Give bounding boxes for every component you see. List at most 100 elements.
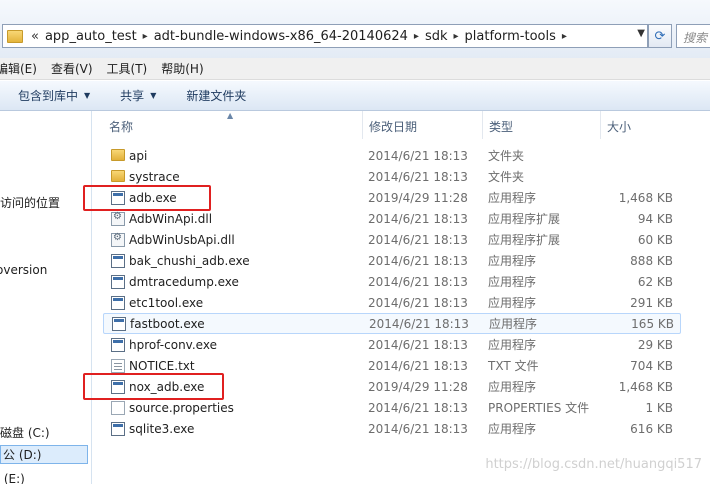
file-size: 62 KB	[637, 274, 673, 289]
file-type: PROPERTIES 文件	[488, 401, 590, 415]
address-bar-area: « app_auto_test ▸ adt-bundle-windows-x86…	[0, 0, 710, 58]
watermark: https://blog.csdn.net/huangqi517	[485, 457, 702, 472]
file-name: api	[129, 148, 148, 163]
file-name: AdbWinUsbApi.dll	[129, 232, 235, 247]
folder-icon	[111, 170, 125, 182]
file-type: 文件夹	[488, 149, 525, 163]
chevron-right-icon[interactable]: ▸	[414, 31, 419, 42]
nav-item-drive-e[interactable]: 档 (E:)	[0, 470, 25, 484]
exe-file-icon	[112, 316, 126, 331]
file-type: 应用程序	[488, 380, 537, 394]
file-size: 616 KB	[630, 421, 673, 436]
chevron-down-icon: ▼	[150, 91, 157, 100]
chevron-down-icon[interactable]: ▼	[637, 28, 645, 39]
table-row[interactable]: systrace 2014/6/21 18:13 文件夹	[103, 166, 681, 187]
file-modified: 2014/6/21 18:13	[368, 148, 468, 163]
file-size: 1,468 KB	[618, 379, 673, 394]
file-size: 1 KB	[645, 400, 673, 415]
column-header-modified[interactable]: 修改日期	[363, 111, 483, 139]
dll-file-icon	[111, 211, 125, 226]
share-button[interactable]: 共享 ▼	[120, 87, 156, 104]
table-row[interactable]: dmtracedump.exe 2014/6/21 18:13 应用程序 62 KB	[103, 271, 681, 292]
file-type: 应用程序	[488, 275, 537, 289]
column-header-name[interactable]: 名称	[103, 111, 363, 139]
file-modified: 2014/6/21 18:13	[368, 169, 468, 184]
breadcrumb-platform-tools[interactable]: platform-tools	[465, 29, 556, 44]
table-row[interactable]: etc1tool.exe 2014/6/21 18:13 应用程序 291 KB	[103, 292, 681, 313]
file-modified: 2019/4/29 11:28	[368, 190, 468, 205]
file-name: NOTICE.txt	[129, 358, 195, 373]
table-row[interactable]: hprof-conv.exe 2014/6/21 18:13 应用程序 29 KB	[103, 334, 681, 355]
exe-file-icon	[111, 253, 125, 268]
file-name: fastboot.exe	[130, 316, 205, 331]
nav-item-drive-c[interactable]: 地磁盘 (C:)	[0, 424, 50, 441]
exe-file-icon	[111, 295, 125, 310]
file-modified: 2019/4/29 11:28	[368, 379, 468, 394]
command-bar: 包含到库中 ▼ 共享 ▼ 新建文件夹	[0, 81, 710, 111]
file-size: 29 KB	[637, 337, 673, 352]
highlight-box-nox-adb	[83, 373, 224, 400]
file-name: etc1tool.exe	[129, 295, 204, 310]
file-name: AdbWinApi.dll	[129, 211, 213, 226]
table-row[interactable]: fastboot.exe 2014/6/21 18:13 应用程序 165 KB	[103, 313, 681, 334]
table-row[interactable]: source.properties 2014/6/21 18:13 PROPERTI…	[103, 397, 681, 418]
breadcrumb-overflow[interactable]: «	[31, 29, 39, 44]
exe-file-icon	[111, 274, 125, 289]
column-header-size[interactable]: 大小	[601, 111, 681, 139]
menu-tools[interactable]: 工具(T)	[107, 60, 148, 77]
file-name: sqlite3.exe	[129, 421, 195, 436]
new-folder-button[interactable]: 新建文件夹	[186, 87, 246, 104]
chevron-right-icon[interactable]: ▸	[454, 31, 459, 42]
refresh-button[interactable]: ⟳	[648, 24, 672, 48]
share-label: 共享	[120, 89, 145, 103]
chevron-down-icon: ▼	[84, 91, 91, 100]
file-size: 1,468 KB	[618, 190, 673, 205]
search-input[interactable]: 搜索	[676, 24, 710, 48]
file-name: systrace	[129, 169, 180, 184]
refresh-icon: ⟳	[654, 28, 666, 44]
file-modified: 2014/6/21 18:13	[368, 211, 468, 226]
folder-icon	[7, 29, 23, 43]
nav-item-recent-places[interactable]: 近访问的位置	[0, 194, 60, 211]
menu-bar: 编辑(E) 查看(V) 工具(T) 帮助(H)	[0, 58, 710, 80]
file-type: 应用程序扩展	[488, 233, 561, 247]
file-size: 165 KB	[631, 316, 674, 331]
file-modified: 2014/6/21 18:13	[368, 358, 468, 373]
exe-file-icon	[111, 337, 125, 352]
highlight-box-adb	[83, 185, 211, 211]
menu-view[interactable]: 查看(V)	[51, 60, 93, 77]
chevron-right-icon[interactable]: ▸	[143, 31, 148, 42]
file-list: ▲ 名称 修改日期 类型 大小 api 2014/6/21 18:13 文件夹 sys…	[83, 111, 710, 484]
chevron-right-icon[interactable]: ▸	[562, 31, 567, 42]
table-row[interactable]: sqlite3.exe 2014/6/21 18:13 应用程序 616 KB	[103, 418, 681, 439]
file-type: 应用程序	[488, 338, 537, 352]
breadcrumb-app-auto-test[interactable]: app_auto_test	[45, 29, 137, 44]
file-modified: 2014/6/21 18:13	[368, 232, 468, 247]
include-in-library-label: 包含到库中	[18, 89, 79, 103]
file-name: hprof-conv.exe	[129, 337, 217, 352]
table-row[interactable]: AdbWinUsbApi.dll 2014/6/21 18:13 应用程序扩展 60 …	[103, 229, 681, 250]
include-in-library-button[interactable]: 包含到库中 ▼	[18, 87, 90, 104]
column-header-type[interactable]: 类型	[483, 111, 601, 139]
file-name: source.properties	[129, 400, 234, 415]
nav-item-drive-d[interactable]: 公 (D:)	[0, 445, 88, 464]
nav-item[interactable]: oversion	[0, 263, 47, 277]
menu-edit[interactable]: 编辑(E)	[0, 60, 37, 77]
file-type: 应用程序	[488, 254, 537, 268]
breadcrumb-adt-bundle[interactable]: adt-bundle-windows-x86_64-20140624	[154, 29, 408, 44]
menu-help[interactable]: 帮助(H)	[161, 60, 203, 77]
file-icon	[111, 400, 125, 415]
file-size: 94 KB	[637, 211, 673, 226]
breadcrumb-sdk[interactable]: sdk	[425, 29, 448, 44]
file-size: 704 KB	[630, 358, 673, 373]
file-type: 应用程序扩展	[488, 212, 561, 226]
table-row[interactable]: api 2014/6/21 18:13 文件夹	[103, 145, 681, 166]
file-modified: 2014/6/21 18:13	[369, 316, 469, 331]
file-modified: 2014/6/21 18:13	[368, 400, 468, 415]
file-type: TXT 文件	[488, 359, 539, 373]
address-bar[interactable]: « app_auto_test ▸ adt-bundle-windows-x86…	[2, 24, 648, 48]
file-name: dmtracedump.exe	[129, 274, 239, 289]
table-row[interactable]: AdbWinApi.dll 2014/6/21 18:13 应用程序扩展 94 KB	[103, 208, 681, 229]
file-modified: 2014/6/21 18:13	[368, 274, 468, 289]
table-row[interactable]: bak_chushi_adb.exe 2014/6/21 18:13 应用程序 888…	[103, 250, 681, 271]
